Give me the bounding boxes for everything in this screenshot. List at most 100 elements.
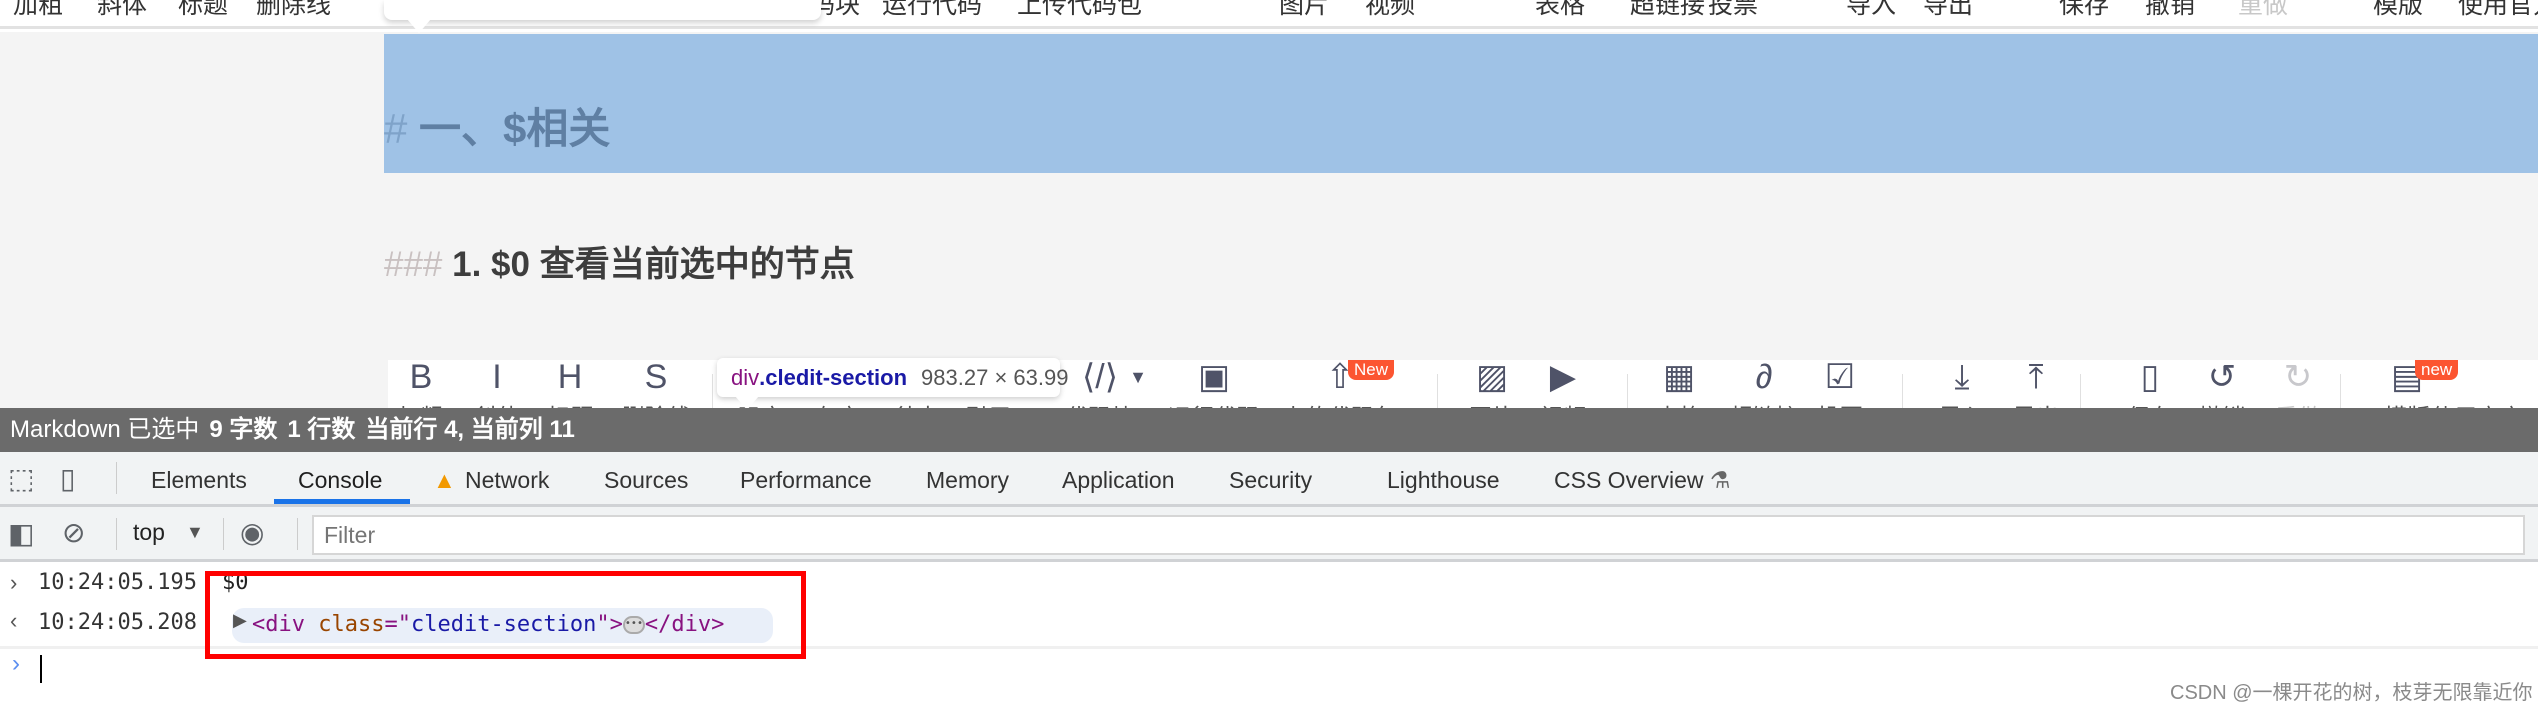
table-icon[interactable]: ▦ [1654, 360, 1704, 394]
menu-item[interactable]: 加粗 [13, 0, 63, 21]
toolbar-label[interactable]: 加粗 [398, 398, 444, 408]
menu-item[interactable]: 删除线 [256, 0, 331, 21]
live-expression-eye-icon[interactable]: ◉ [240, 516, 264, 549]
tab-label: Application [1062, 467, 1175, 493]
toolbar-label[interactable]: 模版 [2384, 398, 2430, 408]
image-icon[interactable]: ▨ [1467, 360, 1517, 394]
toolbar-label[interactable]: 导入 [1939, 398, 1985, 408]
tab-label: Security [1229, 467, 1313, 493]
video-icon[interactable]: ▶ [1538, 360, 1588, 394]
menu-item[interactable]: 上传代码包 [1017, 0, 1142, 21]
annotation-highlight-box [205, 571, 806, 659]
tab-performance[interactable]: Performance [740, 467, 872, 494]
toolbar-label[interactable]: 运行代码 [1168, 398, 1260, 408]
console-input-caret[interactable] [40, 655, 42, 683]
sidebar-toggle-icon[interactable]: ◧ [8, 517, 34, 550]
toolbar-label[interactable]: 导出 [2013, 398, 2059, 408]
toolbar-label[interactable]: 代码块 [1066, 398, 1135, 408]
device-toolbar-icon[interactable]: ▯ [60, 462, 75, 495]
menu-item[interactable]: 视频 [1365, 0, 1415, 21]
menu-item[interactable]: 表格 [1535, 0, 1585, 21]
divider [1627, 374, 1628, 408]
menu-item[interactable]: 图片 [1279, 0, 1329, 21]
menu-item[interactable]: 撤销 [2145, 0, 2195, 21]
tab-label: Memory [926, 467, 1010, 493]
link-icon[interactable]: ∂ [1739, 360, 1789, 394]
menu-item[interactable]: 标题 [178, 0, 228, 21]
tab-lighthouse[interactable]: Lighthouse [1387, 467, 1500, 494]
heading-3[interactable]: ### 1. $0 查看当前选中的节点 [384, 236, 855, 287]
menu-item[interactable]: 斜体 [97, 0, 147, 21]
toolbar-label[interactable]: 重做 [2275, 398, 2321, 408]
toolbar-label[interactable]: 视频 [1540, 398, 1586, 408]
menu-item[interactable]: 导入 [1846, 0, 1896, 21]
chevron-down-icon[interactable]: ▼ [1113, 360, 1163, 394]
context-selector[interactable]: top [133, 519, 165, 546]
import-icon[interactable]: ⤓ [1937, 360, 1987, 394]
tab-network[interactable]: ▲ Network [433, 467, 550, 494]
toolbar-label[interactable]: 引用 [965, 398, 1011, 408]
toolbar-label[interactable]: 投票 [1817, 398, 1863, 408]
menu-item[interactable]: 保存 [2059, 0, 2109, 21]
toolbar-label[interactable]: 图片 [1469, 398, 1515, 408]
toolbar-label[interactable]: 超链接 [1730, 398, 1799, 408]
tab-memory[interactable]: Memory [926, 467, 1009, 494]
tooltip-box [384, 0, 821, 20]
menu-item[interactable]: 使用官方 [2458, 0, 2538, 21]
menu-item[interactable]: 运行代码 [882, 0, 982, 21]
heading-text: 一、$相关 [419, 105, 611, 152]
toolbar-label[interactable]: 斜体 [474, 398, 520, 408]
heading-icon[interactable]: H [545, 360, 595, 394]
tab-elements[interactable]: Elements [151, 467, 247, 494]
toolbar-label[interactable]: 删除线 [622, 398, 691, 408]
redo-icon[interactable]: ↻ [2273, 360, 2323, 394]
toolbar-label[interactable]: 撤销 [2199, 398, 2245, 408]
tab-css-overview[interactable]: CSS Overview ⚗ [1554, 467, 1731, 494]
tab-label: Network [465, 467, 550, 493]
filter-input[interactable] [312, 515, 2525, 555]
tab-console[interactable]: Console [298, 467, 382, 494]
tab-label: Sources [604, 467, 689, 493]
toolbar-label[interactable]: 有序 [814, 398, 860, 408]
italic-icon[interactable]: I [472, 360, 522, 394]
tab-sources[interactable]: Sources [604, 467, 688, 494]
tab-label: CSS Overview [1554, 467, 1704, 493]
divider [116, 518, 117, 550]
status-lines: 1 行数 [287, 416, 356, 443]
toolbar-label[interactable]: 使用官方 [2431, 398, 2523, 408]
tooltip-size: 983.27 × 63.99 [921, 365, 1069, 390]
heading-text: 1. $0 查看当前选中的节点 [452, 245, 855, 284]
tab-security[interactable]: Security [1229, 467, 1312, 494]
tab-label: Elements [151, 467, 247, 493]
menu-item[interactable]: 重做 [2238, 0, 2288, 21]
tab-label: Lighthouse [1387, 467, 1500, 493]
toolbar-label[interactable]: 表格 [1656, 398, 1702, 408]
run-code-icon[interactable]: ▣ [1189, 360, 1239, 394]
undo-icon[interactable]: ↺ [2197, 360, 2247, 394]
toolbar-label[interactable]: 标题 [547, 398, 593, 408]
clear-console-icon[interactable]: ⊘ [62, 516, 85, 549]
heading-hash: # [384, 105, 408, 152]
tooltip-arrow [407, 19, 431, 33]
toolbar-label[interactable]: 上传代码包 [1283, 398, 1398, 408]
toolbar-label[interactable]: 待办 [895, 398, 941, 408]
heading-1[interactable]: # 一、$相关 [384, 95, 610, 156]
bold-icon[interactable]: B [396, 360, 446, 394]
inspect-element-icon[interactable]: ⬚ [8, 462, 34, 495]
save-icon[interactable]: ▯ [2125, 360, 2175, 394]
menu-item[interactable]: 导出 [1923, 0, 1973, 21]
menu-item[interactable]: 超链接 [1630, 0, 1705, 21]
menu-item[interactable]: 模版 [2373, 0, 2423, 21]
chevron-down-icon[interactable]: ▼ [186, 522, 204, 543]
divider [1902, 374, 1903, 408]
heading-hash: ### [384, 245, 443, 284]
inspect-tooltip: div.cledit-section 983.27 × 63.99 [717, 358, 1068, 397]
tab-application[interactable]: Application [1062, 467, 1175, 494]
menu-item[interactable]: 投票 [1708, 0, 1758, 21]
editor-toolbar: B加粗I斜体H标题S删除线无序有序待办引用⟨/⟩代码块▣运行代码⇧上传代码包Ne… [388, 360, 2538, 408]
strikethrough-icon[interactable]: S [631, 360, 681, 394]
export-icon[interactable]: ⤒ [2011, 360, 2061, 394]
toolbar-label[interactable]: 保存 [2127, 398, 2173, 408]
prompt-icon: › [12, 650, 20, 677]
vote-icon[interactable]: ☑ [1815, 360, 1865, 394]
